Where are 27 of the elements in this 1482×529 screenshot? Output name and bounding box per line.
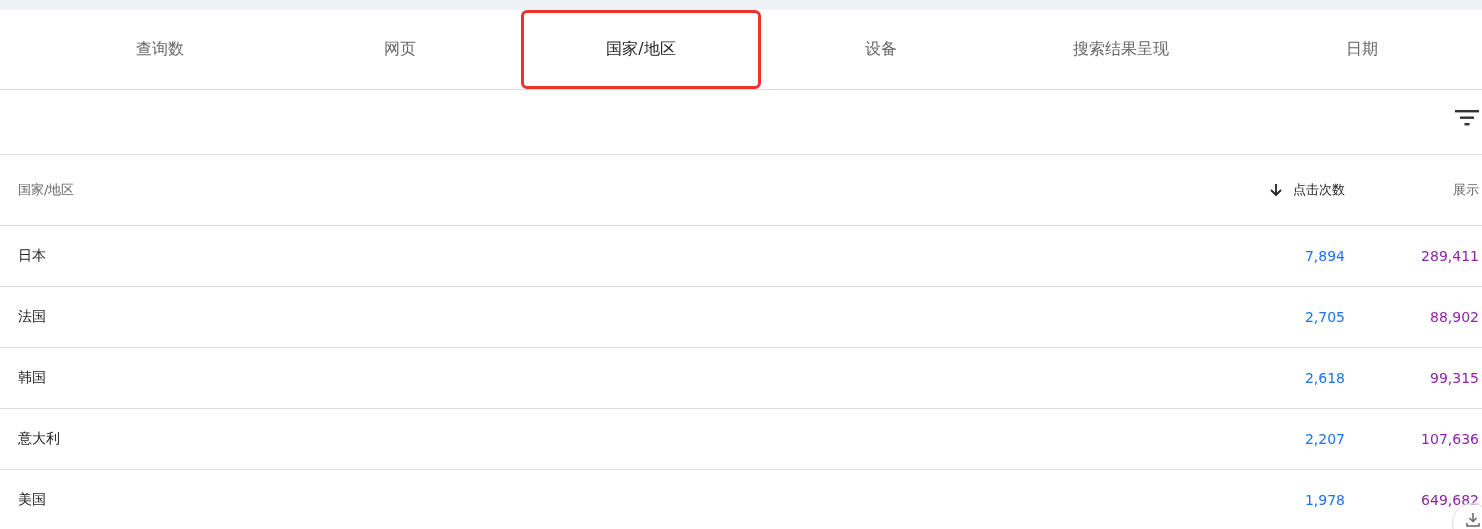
tab[interactable]: 国家/地区 [520,10,761,89]
table-cell: 7,894 [1304,248,1345,264]
table-cell: 99,315 [1430,370,1479,386]
download-icon [1465,512,1481,528]
table-cell: 日本 [18,247,46,263]
table-cell: 意大利 [18,430,60,446]
tab[interactable]: 日期 [1241,10,1482,89]
column-header[interactable]: 点击次数 [1269,180,1345,199]
down-arrow-icon [1269,182,1283,197]
tab[interactable]: 设备 [761,10,1002,89]
column-header[interactable]: 国家/地区 [18,181,75,199]
table-cell: 韩国 [18,369,46,385]
tab[interactable]: 搜索结果呈现 [1001,10,1242,89]
table-cell: 649,682 [1421,492,1479,508]
table-cell: 88,902 [1430,309,1479,325]
column-header[interactable]: 展示 [1453,181,1479,199]
tab[interactable]: 查询数 [40,10,281,89]
table-cell: 美国 [18,491,46,507]
table-cell: 2,207 [1304,431,1345,447]
filter-icon[interactable] [1455,110,1479,126]
table-cell: 289,411 [1421,248,1479,264]
table-cell: 2,705 [1304,309,1345,325]
table-cell: 107,636 [1421,431,1479,447]
table-cell: 1,978 [1304,492,1345,508]
table-cell: 法国 [18,308,46,324]
tab[interactable]: 网页 [280,10,521,89]
table-cell: 2,618 [1304,370,1345,386]
